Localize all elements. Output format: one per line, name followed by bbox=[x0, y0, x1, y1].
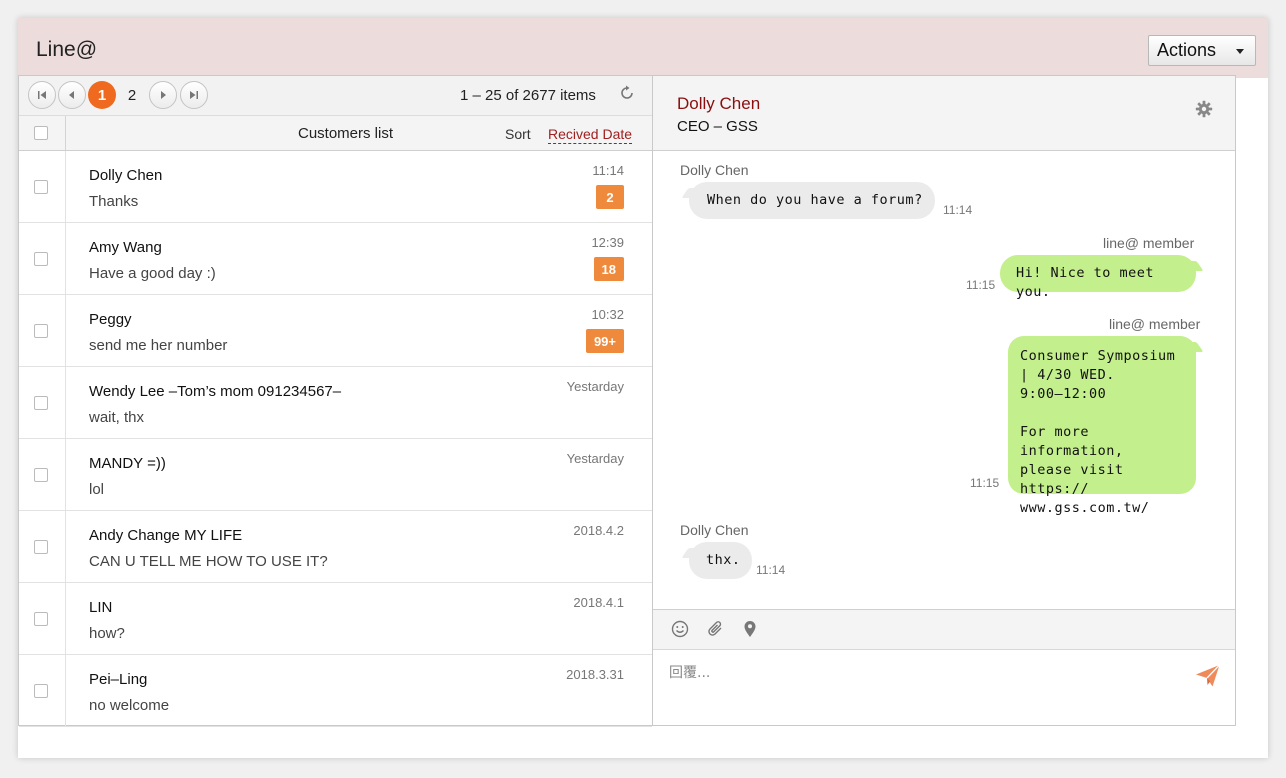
last-message: lol bbox=[89, 481, 105, 498]
prev-page-icon[interactable] bbox=[58, 81, 86, 109]
contact-name: Dolly Chen bbox=[677, 94, 761, 113]
last-message: no welcome bbox=[89, 697, 170, 714]
customer-row[interactable]: Amy Wang Have a good day :) 12:39 18 bbox=[19, 223, 652, 295]
customer-row[interactable]: Pei–Ling no welcome 2018.3.31 bbox=[19, 655, 652, 727]
row-checkbox[interactable] bbox=[34, 468, 48, 482]
gear-icon[interactable] bbox=[1195, 100, 1213, 124]
divider bbox=[65, 223, 66, 295]
message-sender: line@ member bbox=[1109, 316, 1201, 332]
customer-name: LIN bbox=[89, 599, 113, 616]
composer-toolbar bbox=[653, 609, 1235, 650]
last-message: wait, thx bbox=[89, 409, 145, 426]
emoji-icon[interactable] bbox=[671, 620, 689, 643]
row-checkbox[interactable] bbox=[34, 180, 48, 194]
customer-name: MANDY =)) bbox=[89, 455, 166, 472]
message-time: Yestarday bbox=[566, 379, 624, 394]
last-message: Have a good day :) bbox=[89, 265, 216, 282]
last-message: CAN U TELL ME HOW TO USE IT? bbox=[89, 553, 328, 570]
message-sender: line@ member bbox=[1103, 235, 1195, 251]
message-sender: Dolly Chen bbox=[680, 162, 749, 178]
message-time: 2018.4.2 bbox=[573, 523, 624, 538]
list-title: Customers list bbox=[298, 125, 394, 142]
row-checkbox[interactable] bbox=[34, 252, 48, 266]
customers-panel: 1 2 1 – 25 of 2677 items Customers list … bbox=[18, 75, 653, 727]
row-checkbox[interactable] bbox=[34, 540, 48, 554]
row-checkbox[interactable] bbox=[34, 396, 48, 410]
unread-badge: 18 bbox=[593, 257, 624, 281]
contact-role: CEO – GSS bbox=[677, 118, 758, 135]
message-time: 2018.4.1 bbox=[573, 595, 624, 610]
message-time: 11:15 bbox=[966, 278, 996, 292]
top-bar: Line@ Actions bbox=[18, 18, 1268, 78]
divider bbox=[65, 367, 66, 439]
outgoing-message-bubble: Hi! Nice to meet you. bbox=[1000, 255, 1196, 300]
send-icon[interactable] bbox=[1195, 664, 1221, 693]
items-count: 1 – 25 of 2677 items bbox=[460, 87, 596, 104]
customer-name: Peggy bbox=[89, 311, 132, 328]
customer-name: Andy Change MY LIFE bbox=[89, 527, 243, 544]
incoming-message-bubble: When do you have a forum? bbox=[689, 182, 935, 219]
message-time: 11:14 bbox=[943, 203, 973, 217]
customer-name: Pei–Ling bbox=[89, 671, 148, 688]
actions-label: Actions bbox=[1157, 40, 1217, 60]
message-area[interactable]: Dolly Chen When do you have a forum? 11:… bbox=[653, 151, 1235, 609]
divider bbox=[65, 295, 66, 367]
last-message: Thanks bbox=[89, 193, 139, 210]
customer-row[interactable]: Peggy send me her number 10:32 99+ bbox=[19, 295, 652, 367]
page-1-button[interactable]: 1 bbox=[88, 81, 116, 109]
divider bbox=[65, 151, 66, 223]
customer-name: Dolly Chen bbox=[89, 167, 163, 184]
first-page-icon[interactable] bbox=[28, 81, 56, 109]
last-message: how? bbox=[89, 625, 125, 642]
app-title: Line@ bbox=[36, 38, 98, 61]
customer-row[interactable]: Andy Change MY LIFE CAN U TELL ME HOW TO … bbox=[19, 511, 652, 583]
unread-badge: 99+ bbox=[585, 329, 624, 353]
row-checkbox[interactable] bbox=[34, 612, 48, 626]
outgoing-message-bubble: Consumer Symposium | 4/30 WED. 9:00–12:0… bbox=[1008, 336, 1196, 516]
message-time: Yestarday bbox=[566, 451, 624, 466]
paperclip-icon[interactable] bbox=[707, 620, 725, 643]
next-page-icon[interactable] bbox=[149, 81, 177, 109]
message-time: 10:32 bbox=[591, 307, 624, 322]
sort-field-select[interactable]: Recived Date bbox=[548, 126, 633, 144]
page-2-button[interactable]: 2 bbox=[118, 81, 146, 109]
message-time: 2018.3.31 bbox=[566, 667, 624, 682]
row-checkbox[interactable] bbox=[34, 324, 48, 338]
customer-row[interactable]: LIN how? 2018.4.1 bbox=[19, 583, 652, 655]
divider bbox=[65, 116, 66, 150]
message-sender: Dolly Chen bbox=[680, 522, 749, 538]
customer-row[interactable]: MANDY =)) lol Yestarday bbox=[19, 439, 652, 511]
chat-panel: Dolly Chen CEO – GSS Dolly Chen When do … bbox=[653, 75, 1236, 726]
last-message: send me her number bbox=[89, 337, 228, 354]
last-page-icon[interactable] bbox=[180, 81, 208, 109]
message-time: 11:15 bbox=[970, 476, 1000, 490]
divider bbox=[65, 583, 66, 655]
reply-area bbox=[653, 650, 1235, 726]
customer-row[interactable]: Wendy Lee –Tom’s mom 091234567– wait, thx… bbox=[19, 367, 652, 439]
row-checkbox[interactable] bbox=[34, 684, 48, 698]
sort-label: Sort bbox=[505, 126, 531, 142]
message-time: 11:14 bbox=[756, 563, 786, 577]
location-pin-icon[interactable] bbox=[743, 620, 757, 643]
customer-name: Amy Wang bbox=[89, 239, 162, 256]
caret-down-icon bbox=[1236, 49, 1244, 54]
incoming-message-bubble: thx. bbox=[689, 542, 752, 579]
divider bbox=[65, 655, 66, 727]
pagination-bar: 1 2 1 – 25 of 2677 items bbox=[19, 76, 652, 116]
actions-button[interactable]: Actions bbox=[1148, 35, 1256, 66]
customer-name: Wendy Lee –Tom’s mom 091234567– bbox=[89, 383, 342, 400]
reply-input[interactable] bbox=[669, 658, 1169, 688]
customer-row[interactable]: Dolly Chen Thanks 11:14 2 bbox=[19, 151, 652, 223]
refresh-icon[interactable] bbox=[619, 85, 635, 106]
message-time: 11:14 bbox=[592, 163, 624, 178]
divider bbox=[65, 511, 66, 583]
message-time: 12:39 bbox=[591, 235, 624, 250]
divider bbox=[65, 439, 66, 511]
unread-badge: 2 bbox=[596, 185, 624, 209]
list-header: Customers list Sort Recived Date bbox=[19, 116, 652, 151]
select-all-checkbox[interactable] bbox=[34, 126, 48, 140]
chat-header: Dolly Chen CEO – GSS bbox=[653, 76, 1235, 151]
